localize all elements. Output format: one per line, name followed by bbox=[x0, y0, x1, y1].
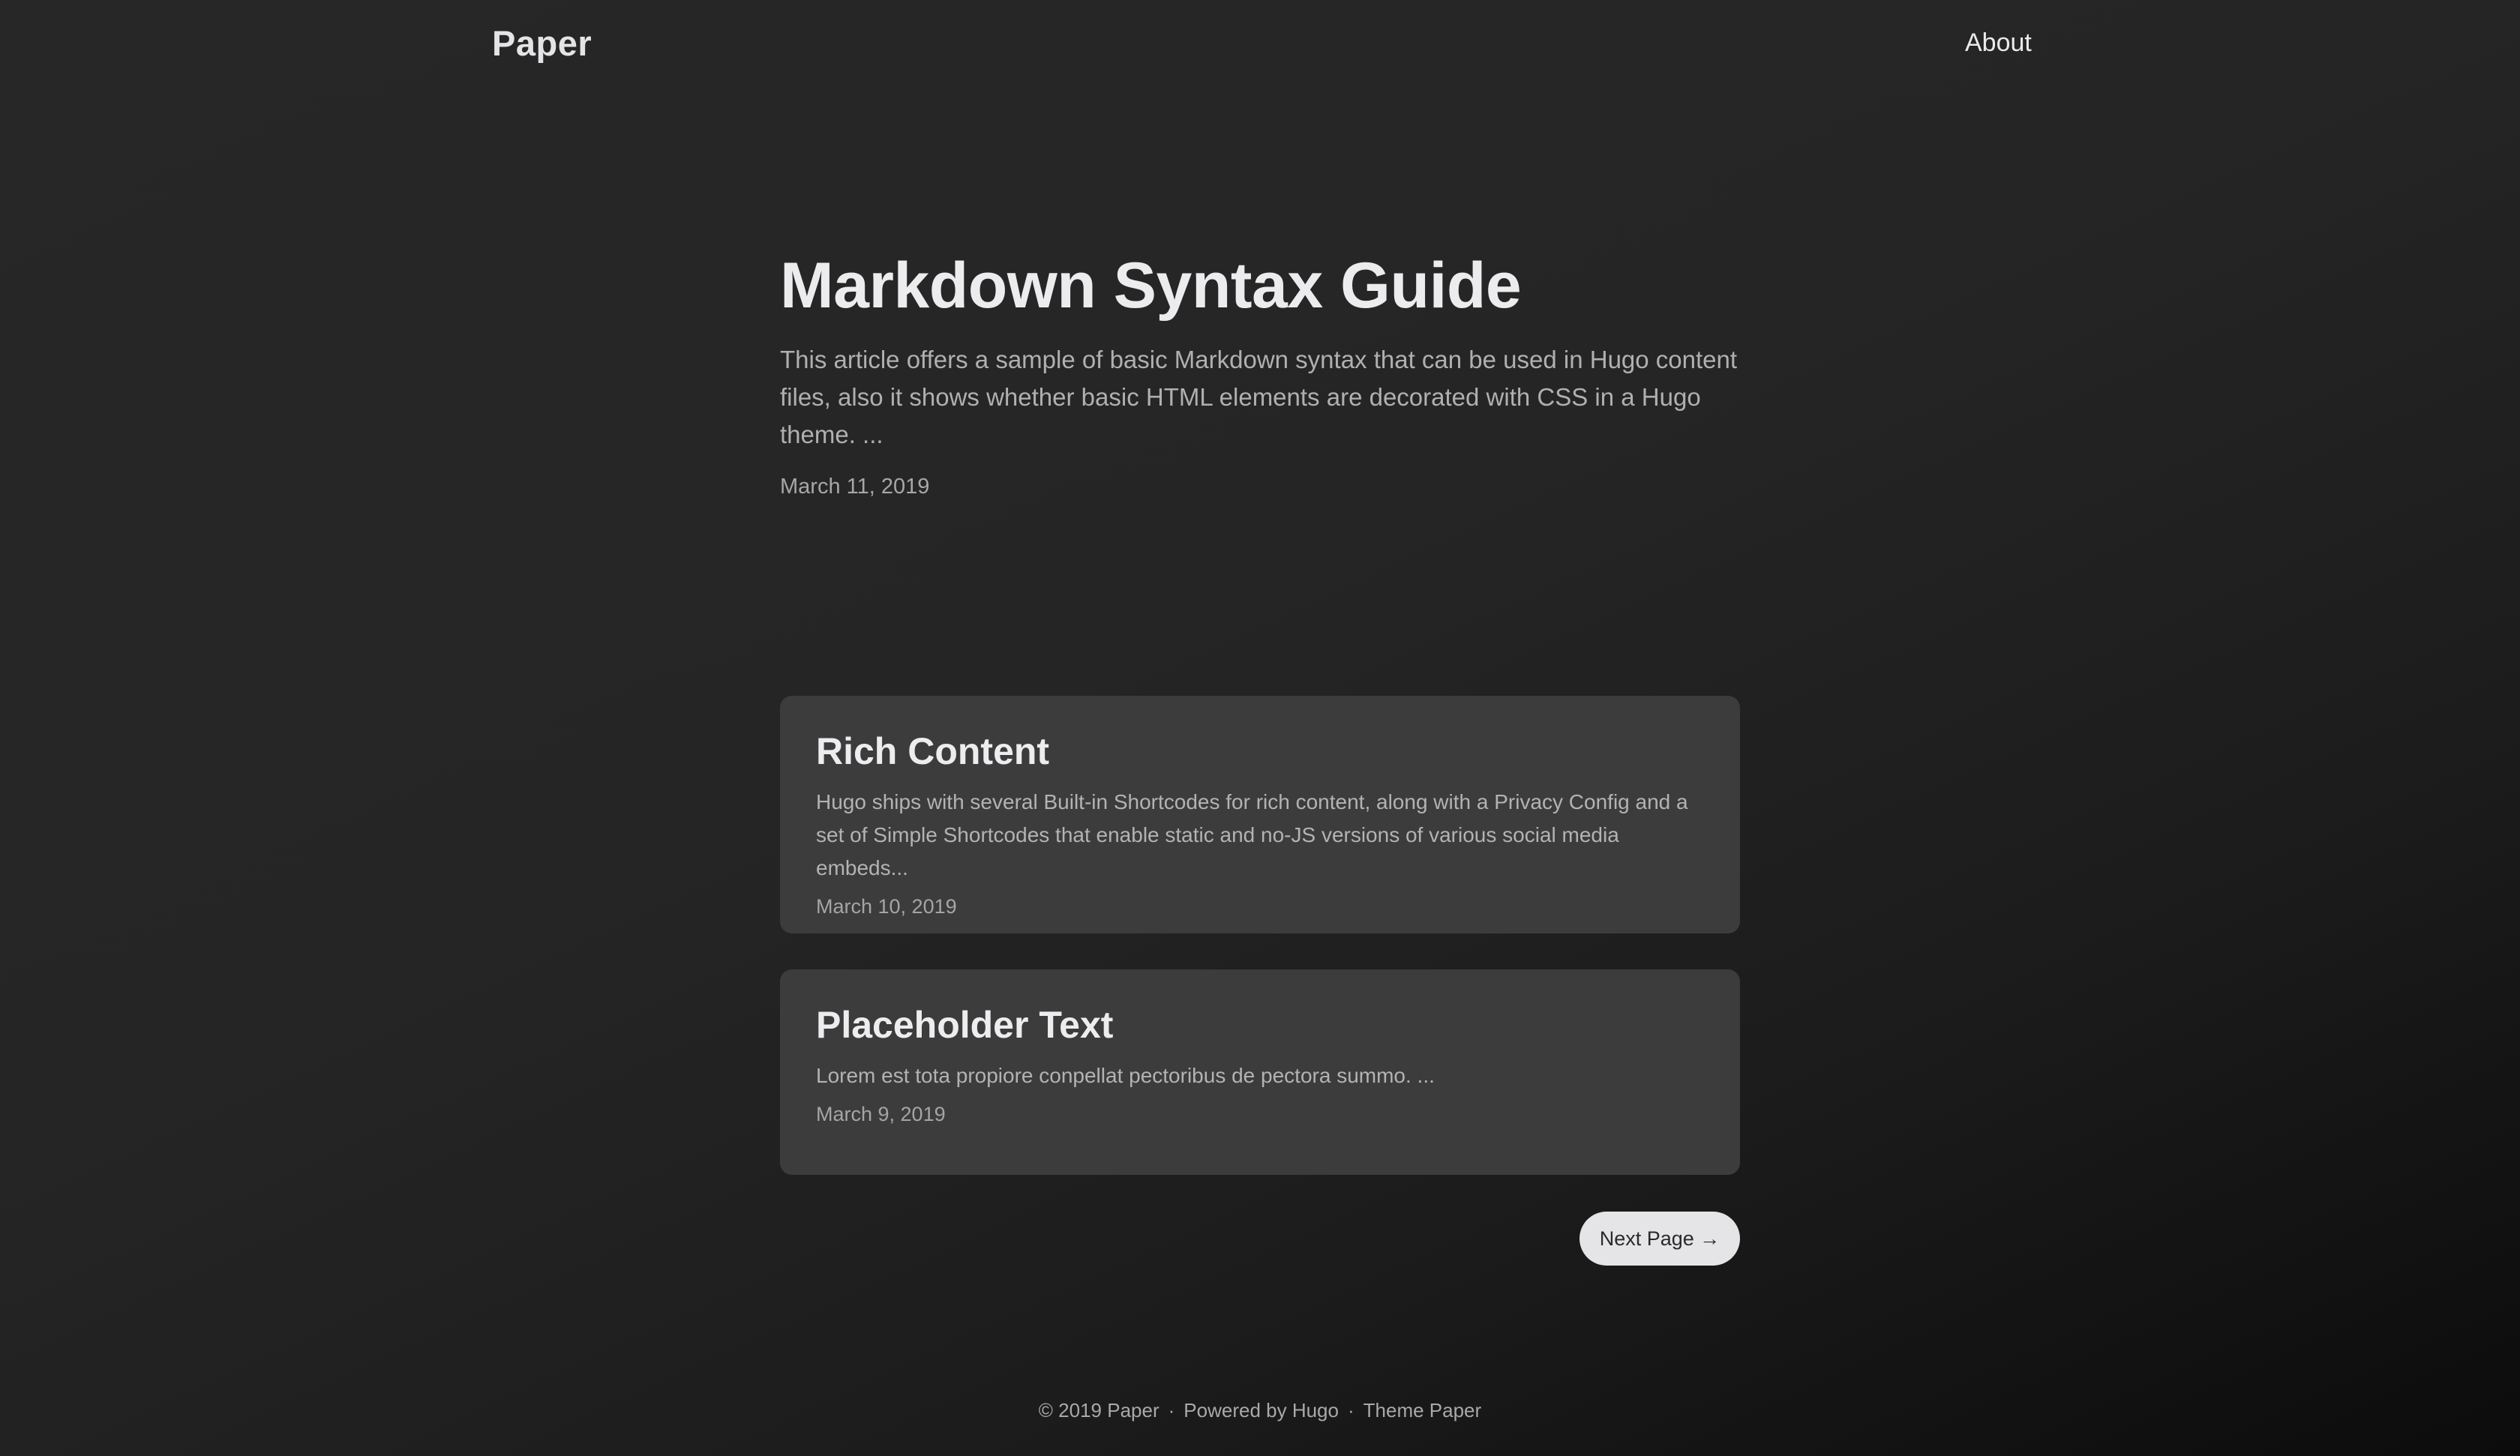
footer-copyright: © 2019 Paper bbox=[1038, 1399, 1160, 1422]
featured-post-date: March 11, 2019 bbox=[780, 475, 930, 499]
footer-theme-link[interactable]: Theme Paper bbox=[1364, 1399, 1482, 1422]
featured-post-title[interactable]: Markdown Syntax Guide bbox=[780, 247, 1740, 325]
post-card-excerpt: Hugo ships with several Built-in Shortco… bbox=[816, 790, 1688, 879]
featured-post-excerpt: This article offers a sample of basic Ma… bbox=[780, 346, 1738, 449]
post-card-title[interactable]: Placeholder Text bbox=[816, 1002, 1704, 1047]
post-card-title[interactable]: Rich Content bbox=[816, 729, 1704, 774]
nav-item-about[interactable]: About bbox=[1965, 28, 2032, 58]
post-card-rich-content[interactable]: Rich Content Hugo ships with several Bui… bbox=[780, 696, 1740, 933]
site-logo[interactable]: Paper bbox=[492, 22, 592, 64]
page: Paper About Markdown Syntax Guide This a… bbox=[0, 0, 2520, 1456]
footer-separator: · bbox=[1168, 1399, 1175, 1422]
footer-powered-by-link[interactable]: Powered by Hugo bbox=[1184, 1399, 1339, 1422]
featured-post[interactable]: Markdown Syntax Guide This article offer… bbox=[780, 247, 1740, 499]
site-footer: © 2019 Paper · Powered by Hugo · Theme Paper bbox=[0, 1399, 2520, 1422]
post-card-placeholder-text[interactable]: Placeholder Text Lorem est tota propiore… bbox=[780, 969, 1740, 1175]
post-card-date: March 10, 2019 bbox=[816, 895, 957, 918]
footer-separator: · bbox=[1347, 1399, 1354, 1422]
next-page-button[interactable]: Next Page → bbox=[1580, 1212, 1740, 1266]
post-card-excerpt: Lorem est tota propiore conpellat pector… bbox=[816, 1064, 1435, 1087]
post-card-date: March 9, 2019 bbox=[816, 1103, 946, 1125]
